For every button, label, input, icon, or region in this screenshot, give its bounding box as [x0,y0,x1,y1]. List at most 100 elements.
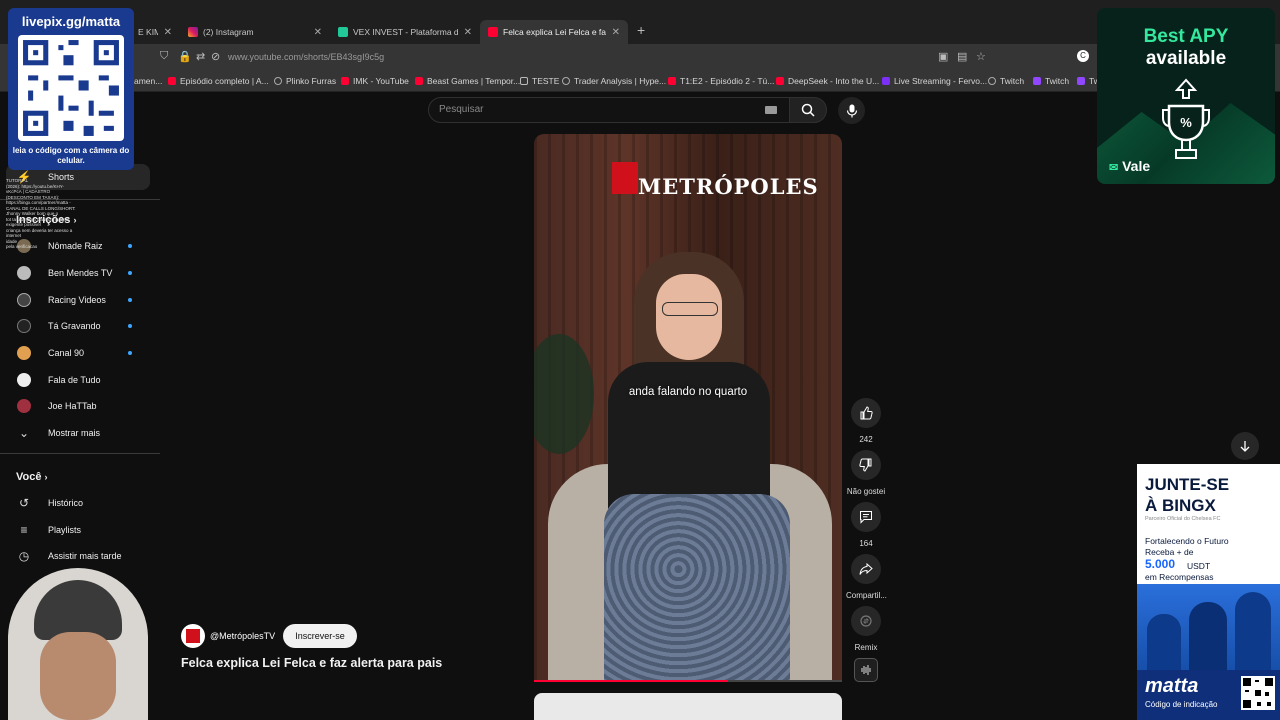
share-action[interactable]: Compartil... [846,554,887,600]
vale-brand-label: Vale [1122,158,1151,174]
tab-instagram[interactable]: (2) Instagram ✕ [180,20,330,44]
short-video-player[interactable]: METRÓPOLES anda falando no quarto [534,134,842,682]
remix-action[interactable]: Remix [846,606,886,652]
shield-icon[interactable]: ⛉ [160,50,168,63]
new-tab-icon[interactable]: + [637,22,645,38]
screenshot-icon[interactable]: ▣ [938,50,948,63]
sidebar-item-label: Ben Mendes TV [48,268,113,278]
qr-code-image [18,35,124,141]
close-tab-icon[interactable]: ✕ [612,27,620,38]
close-tab-icon[interactable]: ✕ [164,27,172,38]
bookmark-item[interactable]: Plinko Furras [274,76,336,86]
metropoles-logo-icon [186,629,200,643]
youtube-icon [341,77,349,85]
lock-icon[interactable]: 🔒 [178,50,192,63]
video-progress-bar[interactable] [534,680,842,682]
bookmark-item[interactable]: amen... [134,76,162,86]
folder-icon [520,77,528,85]
share-label: Compartil... [846,591,887,600]
channel-handle[interactable]: @MetrópolesTV [210,631,275,641]
bingx-headline: JUNTE-SE À BINGX [1145,474,1229,516]
profile-icon[interactable]: C [1077,50,1089,62]
like-button[interactable] [851,398,881,428]
channel-avatar [17,346,31,360]
metropoles-logo [612,162,638,194]
close-tab-icon[interactable]: ✕ [464,27,472,38]
like-action[interactable]: 242 [846,398,886,444]
video-title: Felca explica Lei Felca e faz alerta par… [181,656,443,670]
next-short-preview[interactable] [534,693,842,720]
sound-thumbnail-button[interactable] [854,658,878,682]
bingx-copy: Fortalecendo o Futuro Receba + de [1145,536,1229,558]
microphone-icon [846,104,857,117]
sidebar-item-label: Histórico [48,498,84,508]
sidebar-item-fala-de-tudo[interactable]: Fala de Tudo [0,367,150,393]
bookmark-item[interactable]: IMK - YouTube [341,76,409,86]
bookmark-item[interactable]: TESTE [520,76,559,86]
remix-button[interactable] [851,606,881,636]
playlist-icon: ≡ [20,523,28,537]
search-button[interactable] [789,97,827,123]
ad-headline: Best APY [1143,26,1229,47]
youtube-icon [776,77,784,85]
bookmark-item[interactable]: Episódio completo | A... [168,76,269,86]
referral-code-label: Código de indicação [1145,700,1218,709]
sidebar-item-ta-gravando[interactable]: Tá Gravando [0,313,150,339]
remix-icon [860,615,872,627]
sidebar-item-racing-videos[interactable]: Racing Videos [0,287,150,313]
url-field[interactable]: www.youtube.com/shorts/EB43sgI9c5g [228,52,384,62]
thumbs-down-icon [859,458,872,472]
dislike-button[interactable] [851,450,881,480]
tab-vex-invest[interactable]: VEX INVEST - Plataforma de Inv ✕ [330,20,480,44]
no-tracking-icon[interactable]: ⊘ [211,50,220,63]
vale-logo-icon: ✉ [1109,162,1119,174]
you-title[interactable]: Você › [16,471,48,483]
stream-chat-overlay: TUTORIAL (2026): https://youtu.be/KHY- v… [6,178,96,250]
comments-button[interactable] [851,502,881,532]
bookmark-star-icon[interactable]: ☆ [976,50,986,63]
globe-icon [274,77,282,85]
sidebar-item-playlists[interactable]: ≡ Playlists [0,517,150,543]
sidebar-show-more[interactable]: ⌄ Mostrar mais [0,420,150,446]
dislike-action[interactable]: Não gostei [846,450,886,496]
bookmark-label: DeepSeek - Into the U... [788,76,880,86]
chevron-right-icon: › [44,472,48,482]
bookmark-label: TESTE [532,76,560,86]
bookmark-label: Live Streaming - Fervo... [894,76,988,86]
sidebar-item-label: Canal 90 [48,348,85,358]
subscribe-button[interactable]: Inscrever-se [283,624,357,648]
comment-icon [860,511,872,524]
close-tab-icon[interactable]: ✕ [314,27,322,38]
bookmark-item[interactable]: Live Streaming - Fervo... [882,76,987,86]
svg-text:%: % [1180,115,1192,130]
site-settings-icon[interactable]: ⇄ [196,50,205,63]
bookmark-item[interactable]: Twitch [1033,76,1069,86]
search-input[interactable]: Pesquisar [428,97,790,123]
keyboard-icon[interactable] [765,106,777,114]
tab-felca[interactable]: Felca explica Lei Felca e faz ✕ [480,20,628,44]
livepix-qr-overlay: livepix.gg/matta leia o código com a câm… [8,8,134,170]
bookmark-item[interactable]: Trader Analysis | Hype... [562,76,666,86]
next-video-button[interactable] [1231,432,1259,460]
bookmark-item[interactable]: Twitch [988,76,1024,86]
bookmark-item[interactable]: Beast Games | Tempor... [415,76,520,86]
voice-search-button[interactable] [838,97,865,124]
globe-icon [988,77,996,85]
sidebar-item-canal-90[interactable]: Canal 90 [0,340,150,366]
sidebar-item-historico[interactable]: ↺ Histórico [0,490,150,516]
tab-kim[interactable]: E KIM K ✕ [130,20,180,44]
sidebar-item-ben-mendes[interactable]: Ben Mendes TV [0,260,150,286]
qr-code-graphic [1243,678,1273,708]
screen: E KIM K ✕ (2) Instagram ✕ VEX INVEST - P… [0,0,1280,720]
search-icon [801,103,815,117]
share-button[interactable] [851,554,881,584]
comments-action[interactable]: 164 [846,502,886,548]
address-bar: ⛉ 🔒 ⇄ ⊘ www.youtube.com/shorts/EB43sgI9c… [0,44,1280,72]
streamer-webcam [0,560,160,720]
bookmark-item[interactable]: T1:E2 - Episódio 2 - Tú... [668,76,774,86]
sidebar-item-joe-hattab[interactable]: Joe HaTTab [0,393,150,419]
reader-icon[interactable]: ▤ [957,50,967,63]
vale-brand: ✉ Vale [1109,158,1150,174]
channel-avatar[interactable] [181,624,205,648]
bookmark-item[interactable]: DeepSeek - Into the U... [776,76,879,86]
